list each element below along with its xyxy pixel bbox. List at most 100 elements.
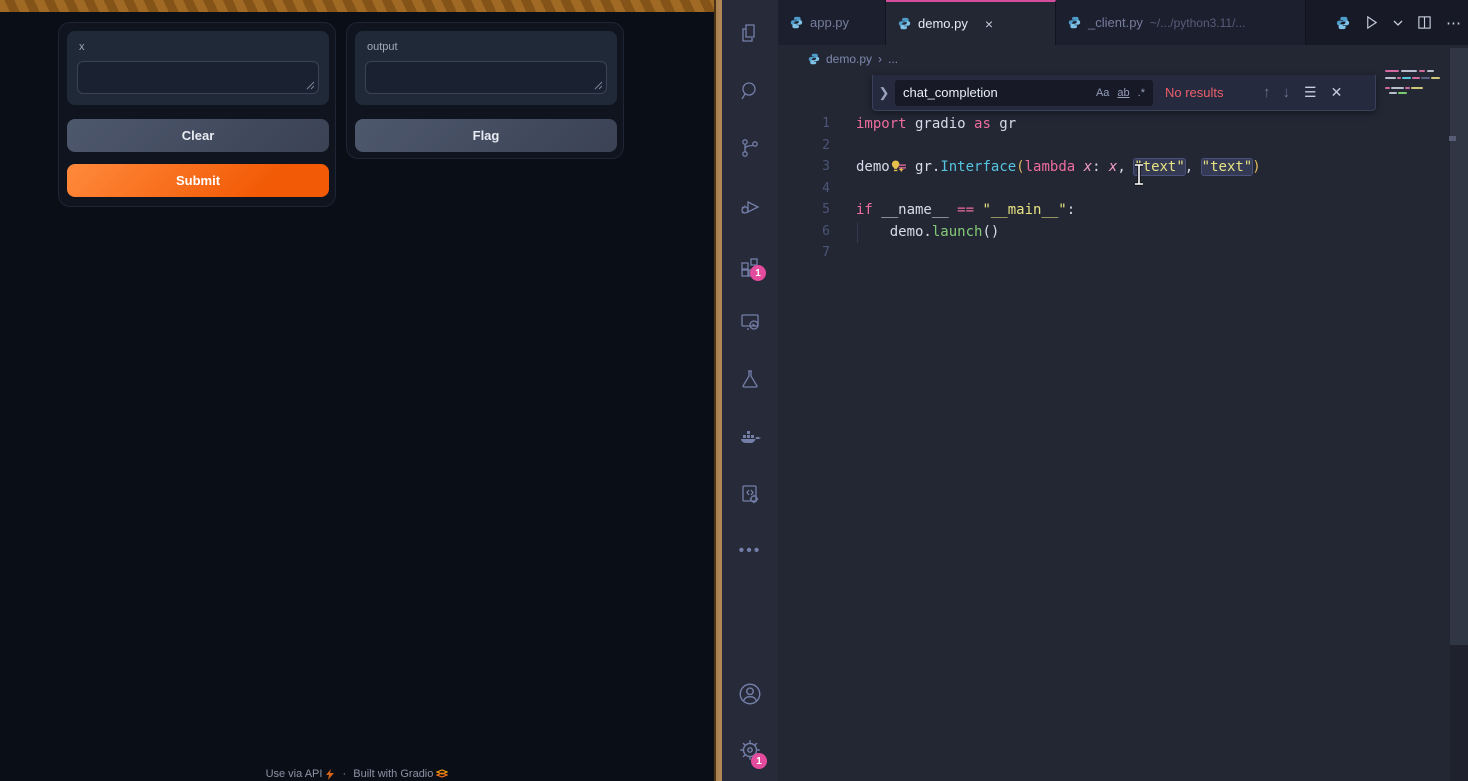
tab-label: demo.py	[918, 16, 968, 31]
submit-button[interactable]: Submit	[67, 164, 329, 197]
bracket-token: )	[1252, 159, 1260, 175]
code-line-3[interactable]: demo = gr.Interface(lambda x: x, "text",…	[856, 156, 1261, 178]
python-file-icon	[898, 17, 911, 30]
overview-ruler-mark	[1449, 136, 1456, 141]
keyword-token: import	[856, 116, 907, 132]
identifier-token: __name__	[873, 202, 957, 218]
line-number: 3	[778, 156, 830, 178]
gradio-logo-icon	[436, 769, 448, 779]
clear-button[interactable]: Clear	[67, 119, 329, 152]
indent-guide	[857, 223, 858, 243]
find-input-box: Aa ab .*	[895, 80, 1153, 106]
keyword-token: if	[856, 202, 873, 218]
output-column-card: output Flag	[346, 22, 624, 159]
operator-token: ==	[957, 202, 974, 218]
tab-client-py[interactable]: _client.py ~/.../python3.11/...	[1056, 0, 1306, 45]
whole-word-toggle[interactable]: ab	[1113, 85, 1133, 101]
tab-label: app.py	[810, 15, 849, 30]
run-debug-icon[interactable]	[730, 187, 770, 227]
operator-token: =	[898, 159, 906, 175]
output-label: output	[367, 41, 398, 53]
input-textarea[interactable]	[77, 61, 319, 94]
find-results-status: No results	[1165, 85, 1251, 100]
identifier-token: demo	[856, 159, 898, 175]
gradio-footer: Use via API · Built with Gradio	[0, 768, 714, 780]
class-token: Interface	[940, 159, 1016, 175]
find-previous-icon[interactable]: ↑	[1263, 84, 1271, 101]
python-file-icon	[808, 53, 820, 65]
punctuation-token: :	[1092, 159, 1109, 175]
input-form-block: x	[67, 31, 329, 105]
breadcrumb-file[interactable]: demo.py	[826, 52, 872, 66]
space	[1075, 159, 1083, 175]
code-tools-icon[interactable]	[730, 474, 770, 514]
breadcrumb-separator: ›	[878, 52, 882, 66]
testing-flask-icon[interactable]	[730, 359, 770, 399]
code-line-5[interactable]: if __name__ == "__main__":	[856, 199, 1075, 221]
output-form-block: output	[355, 31, 617, 105]
punctuation-token: :	[1067, 202, 1075, 218]
source-control-icon[interactable]	[730, 128, 770, 168]
parameter-token: x	[1084, 159, 1092, 175]
resize-handle-icon[interactable]	[594, 81, 603, 90]
find-close-icon[interactable]: ✕	[1331, 84, 1343, 101]
line-number: 1	[778, 113, 830, 135]
docker-icon[interactable]	[730, 417, 770, 457]
breadcrumb-symbol[interactable]: ...	[888, 52, 898, 66]
extensions-badge: 1	[750, 265, 766, 281]
identifier-token: demo.	[856, 224, 932, 240]
breadcrumb: demo.py › ...	[778, 45, 1468, 72]
resize-handle-icon[interactable]	[306, 81, 315, 90]
remote-explorer-icon[interactable]	[730, 302, 770, 342]
api-lightning-icon	[325, 769, 335, 780]
code-line-1[interactable]: import gradio as gr	[856, 113, 1016, 135]
input-column-card: x Clear Submit	[58, 22, 336, 207]
tab-label: _client.py	[1088, 15, 1143, 30]
code-line-6[interactable]: demo.launch()	[856, 221, 999, 243]
string-token-highlighted: "text"	[1202, 159, 1253, 175]
more-views-icon[interactable]: •••	[730, 531, 770, 571]
run-dropdown-chevron-icon[interactable]	[1393, 18, 1403, 28]
split-editor-icon[interactable]	[1417, 15, 1432, 30]
activity-bar: 1 ••• 1	[722, 0, 778, 781]
identifier-token: gr.	[907, 159, 941, 175]
toggle-replace-chevron-icon[interactable]: ❯	[873, 85, 895, 101]
tab-app-py[interactable]: app.py	[778, 0, 886, 45]
search-icon[interactable]	[730, 71, 770, 111]
built-with-gradio-link[interactable]: Built with Gradio	[353, 768, 433, 780]
account-icon[interactable]	[730, 674, 770, 714]
tab-close-icon[interactable]: ×	[985, 16, 993, 32]
minimap[interactable]	[1385, 62, 1447, 122]
python-run-icon	[1336, 16, 1350, 30]
footer-separator: ·	[343, 768, 347, 780]
more-actions-icon[interactable]: ⋯	[1446, 14, 1462, 32]
identifier-token: gradio	[907, 116, 974, 132]
regex-toggle[interactable]: .*	[1134, 85, 1149, 101]
punctuation-token: ,	[1185, 159, 1202, 175]
string-token: "__main__"	[982, 202, 1066, 218]
use-via-api-link[interactable]: Use via API	[266, 768, 323, 780]
find-next-icon[interactable]: ↓	[1283, 84, 1291, 101]
line-number: 2	[778, 135, 830, 157]
line-number: 4	[778, 178, 830, 200]
tab-description: ~/.../python3.11/...	[1150, 16, 1246, 30]
run-file-icon[interactable]	[1364, 15, 1379, 30]
desktop-wallpaper-gap	[714, 0, 722, 781]
keyword-token: lambda	[1025, 159, 1076, 175]
find-input[interactable]	[903, 85, 1092, 100]
code-line-2[interactable]	[856, 135, 905, 157]
line-number: 5	[778, 199, 830, 221]
match-case-toggle[interactable]: Aa	[1092, 85, 1113, 101]
punctuation-token: ,	[1117, 159, 1134, 175]
bracket-token: (	[1016, 159, 1024, 175]
output-textarea[interactable]	[365, 61, 607, 94]
python-file-icon	[1068, 16, 1081, 29]
find-in-selection-icon[interactable]: ☰	[1304, 84, 1317, 101]
explorer-icon[interactable]	[730, 13, 770, 53]
tab-demo-py[interactable]: demo.py ×	[886, 0, 1056, 45]
flag-button[interactable]: Flag	[355, 119, 617, 152]
python-file-icon	[790, 16, 803, 29]
line-number: 6	[778, 221, 830, 243]
vscode-window: 1 ••• 1 app.	[722, 0, 1468, 781]
string-token-highlighted: "text"	[1134, 159, 1185, 175]
